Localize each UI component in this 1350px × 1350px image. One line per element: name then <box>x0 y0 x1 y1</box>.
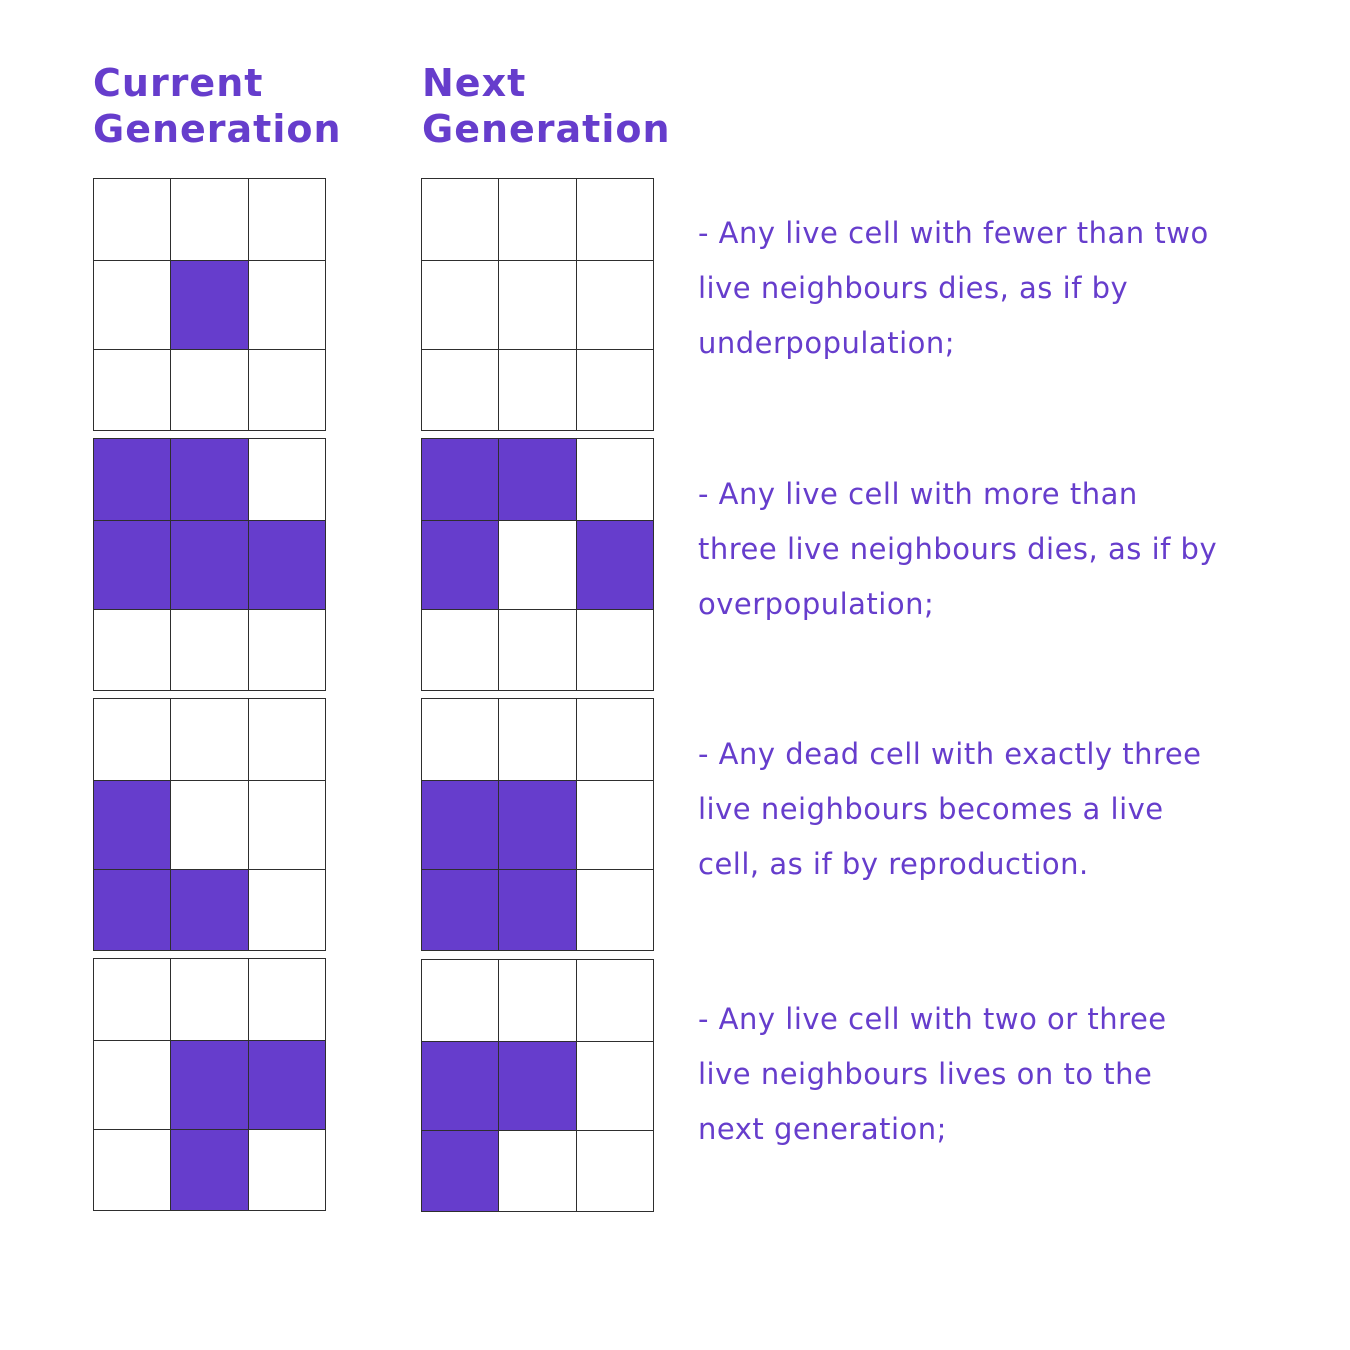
dead-cell <box>498 178 577 261</box>
dead-cell <box>498 349 577 431</box>
dead-cell <box>93 609 171 691</box>
dead-cell <box>248 869 326 951</box>
next-grid-reproduction <box>421 698 654 951</box>
live-cell <box>93 438 171 521</box>
live-cell <box>421 1041 499 1131</box>
dead-cell <box>576 869 654 951</box>
live-cell <box>576 520 654 610</box>
next-generation-header: Next Generation <box>422 61 671 151</box>
live-cell <box>498 780 577 870</box>
dead-cell <box>421 260 499 350</box>
next-grid-overpopulation <box>421 438 654 691</box>
current-grid-underpopulation <box>93 178 326 431</box>
dead-cell <box>421 349 499 431</box>
dead-cell <box>248 609 326 691</box>
next-grid-underpopulation <box>421 178 654 431</box>
dead-cell <box>421 698 499 781</box>
dead-cell <box>576 609 654 691</box>
live-cell <box>421 1130 499 1212</box>
dead-cell <box>248 698 326 781</box>
dead-cell <box>170 698 249 781</box>
dead-cell <box>421 959 499 1042</box>
live-cell <box>421 869 499 951</box>
dead-cell <box>576 698 654 781</box>
dead-cell <box>170 780 249 870</box>
dead-cell <box>248 349 326 431</box>
live-cell <box>93 869 171 951</box>
dead-cell <box>93 1129 171 1211</box>
dead-cell <box>170 349 249 431</box>
live-cell <box>170 869 249 951</box>
dead-cell <box>576 959 654 1042</box>
dead-cell <box>93 1040 171 1130</box>
current-grid-reproduction <box>93 698 326 951</box>
dead-cell <box>576 178 654 261</box>
live-cell <box>421 438 499 521</box>
live-cell <box>170 260 249 350</box>
dead-cell <box>498 520 577 610</box>
dead-cell <box>576 1130 654 1212</box>
live-cell <box>170 1129 249 1211</box>
live-cell <box>248 1040 326 1130</box>
dead-cell <box>170 178 249 261</box>
live-cell <box>498 1041 577 1131</box>
rule-survival: - Any live cell with two or three live n… <box>698 1002 1167 1146</box>
live-cell <box>170 438 249 521</box>
live-cell <box>248 520 326 610</box>
dead-cell <box>421 609 499 691</box>
dead-cell <box>248 1129 326 1211</box>
current-grid-survival <box>93 958 326 1211</box>
live-cell <box>93 780 171 870</box>
dead-cell <box>170 609 249 691</box>
live-cell <box>421 780 499 870</box>
dead-cell <box>93 958 171 1041</box>
dead-cell <box>576 349 654 431</box>
rule-overpopulation: - Any live cell with more than three liv… <box>698 477 1218 621</box>
next-grid-survival <box>421 959 654 1212</box>
dead-cell <box>421 178 499 261</box>
dead-cell <box>498 959 577 1042</box>
dead-cell <box>248 260 326 350</box>
dead-cell <box>93 349 171 431</box>
live-cell <box>170 520 249 610</box>
dead-cell <box>248 438 326 521</box>
dead-cell <box>576 780 654 870</box>
dead-cell <box>248 178 326 261</box>
dead-cell <box>93 698 171 781</box>
live-cell <box>498 438 577 521</box>
live-cell <box>421 520 499 610</box>
dead-cell <box>498 1130 577 1212</box>
dead-cell <box>498 609 577 691</box>
dead-cell <box>576 260 654 350</box>
dead-cell <box>248 780 326 870</box>
dead-cell <box>498 260 577 350</box>
live-cell <box>170 1040 249 1130</box>
current-grid-overpopulation <box>93 438 326 691</box>
dead-cell <box>498 698 577 781</box>
dead-cell <box>576 1041 654 1131</box>
dead-cell <box>93 260 171 350</box>
dead-cell <box>170 958 249 1041</box>
dead-cell <box>248 958 326 1041</box>
live-cell <box>93 520 171 610</box>
dead-cell <box>93 178 171 261</box>
rule-reproduction: - Any dead cell with exactly three live … <box>698 737 1202 881</box>
dead-cell <box>576 438 654 521</box>
current-generation-header: Current Generation <box>93 61 342 151</box>
rule-underpopulation: - Any live cell with fewer than two live… <box>698 216 1209 360</box>
live-cell <box>498 869 577 951</box>
